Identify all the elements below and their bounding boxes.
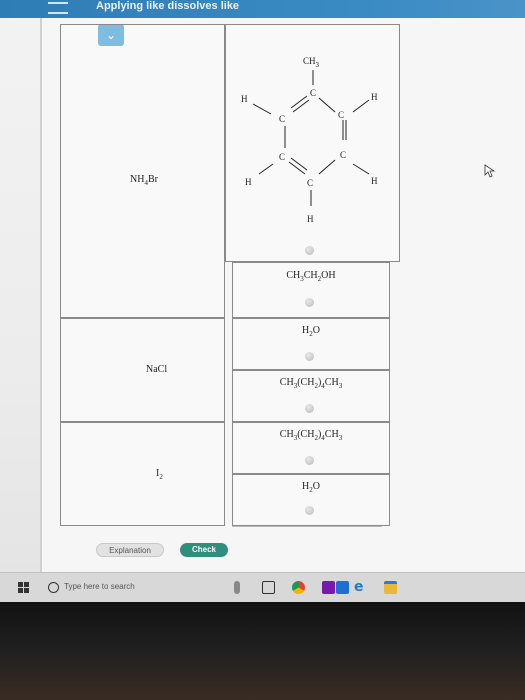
- check-button[interactable]: Check: [180, 543, 228, 557]
- microphone-icon[interactable]: [234, 581, 240, 594]
- ion-label-i2: I2: [156, 468, 163, 481]
- monitor-bezel: [0, 602, 525, 700]
- side-divider: [40, 18, 42, 572]
- search-icon[interactable]: [48, 582, 59, 593]
- radio-water-2[interactable]: [305, 506, 314, 515]
- atom-h1: H: [241, 94, 248, 104]
- explanation-button[interactable]: Explanation: [96, 543, 164, 557]
- ion-cell-nh4br: [60, 24, 225, 318]
- chrome-icon[interactable]: [292, 581, 305, 594]
- radio-ethanol[interactable]: [305, 298, 314, 307]
- solvent-label-water-1: H2O: [302, 325, 320, 338]
- radio-toluene[interactable]: [305, 246, 314, 255]
- file-explorer-icon[interactable]: [384, 581, 397, 594]
- screen: Applying like dissolves like ⌄ NH4Br CH3…: [0, 0, 525, 610]
- ion-label-nh4br: NH4Br: [130, 174, 158, 187]
- atom-c2: C: [338, 110, 344, 120]
- atom-c4: C: [279, 152, 285, 162]
- solvent-label-hexane-1: CH3(CH2)4CH3: [279, 377, 343, 390]
- table-footer-edge: [232, 526, 382, 530]
- atom-h4: H: [371, 176, 378, 186]
- title-bar: Applying like dissolves like: [0, 0, 525, 18]
- ion-cell-i2: [60, 422, 225, 526]
- radio-hexane-1[interactable]: [305, 404, 314, 413]
- ion-label-nacl: NaCl: [146, 364, 168, 375]
- page-title: Applying like dissolves like: [96, 0, 240, 12]
- atom-c6: C: [307, 178, 313, 188]
- solvent-label-ethanol: CH3CH2OH: [286, 270, 336, 283]
- methyl-label: CH3: [303, 56, 320, 69]
- taskbar: Type here to search e: [0, 572, 525, 602]
- atom-h5: H: [307, 214, 314, 224]
- atom-c1: C: [310, 88, 316, 98]
- edge-icon[interactable]: e: [354, 580, 367, 594]
- solvent-label-hexane-2: CH3(CH2)4CH3: [279, 429, 343, 442]
- atom-c3: C: [279, 114, 285, 124]
- radio-water-1[interactable]: [305, 352, 314, 361]
- onenote-icon[interactable]: [322, 581, 335, 594]
- app-icon[interactable]: [336, 581, 349, 594]
- windows-icon[interactable]: [18, 582, 30, 594]
- atom-h2: H: [371, 92, 378, 102]
- menu-icon[interactable]: [48, 2, 68, 14]
- toluene-structure[interactable]: CH3 C C C C C C H H H H H: [225, 40, 400, 230]
- atom-h3: H: [245, 177, 252, 187]
- task-view-icon[interactable]: [262, 581, 275, 594]
- ion-cell-nacl: [60, 318, 225, 422]
- atom-c5: C: [340, 150, 346, 160]
- solvent-label-water-2: H2O: [302, 481, 320, 494]
- search-input[interactable]: Type here to search: [64, 582, 135, 591]
- radio-hexane-2[interactable]: [305, 456, 314, 465]
- cursor-icon: [484, 164, 496, 178]
